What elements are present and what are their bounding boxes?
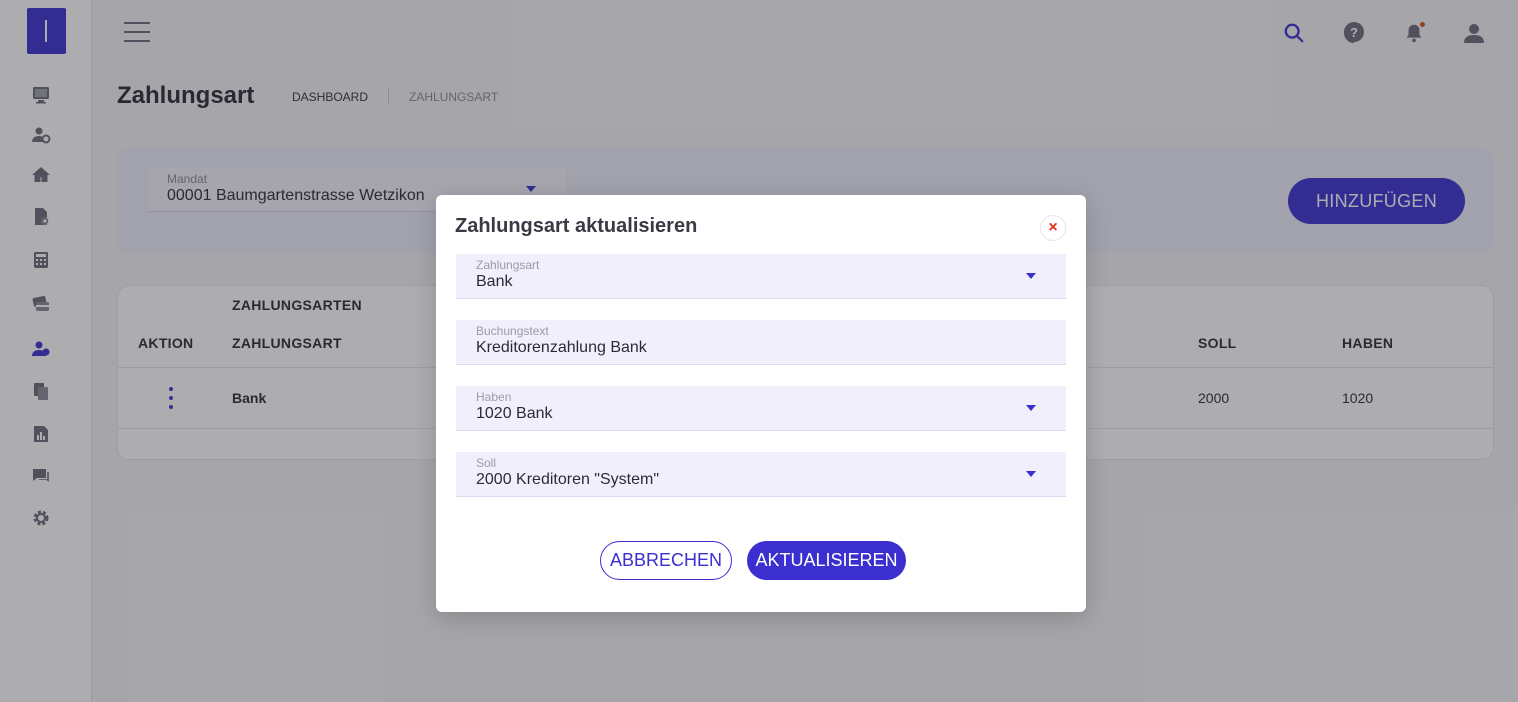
- chevron-down-icon: [1026, 273, 1036, 279]
- soll-select[interactable]: Soll 2000 Kreditoren "System": [456, 452, 1066, 497]
- field-value: Kreditorenzahlung Bank: [476, 339, 647, 356]
- field-label: Zahlungsart: [476, 258, 540, 272]
- field-value: Bank: [476, 273, 513, 290]
- field-label: Soll: [476, 456, 497, 470]
- update-button[interactable]: AKTUALISIEREN: [747, 541, 906, 580]
- haben-select[interactable]: Haben 1020 Bank: [456, 386, 1066, 431]
- chevron-down-icon: [1026, 471, 1036, 477]
- field-label: Haben: [476, 390, 512, 404]
- field-label: Buchungstext: [476, 324, 549, 338]
- dialog-title: Zahlungsart aktualisieren: [455, 215, 698, 237]
- field-value: 1020 Bank: [476, 405, 553, 422]
- field-value: 2000 Kreditoren "System": [476, 471, 660, 488]
- update-dialog: Zahlungsart aktualisieren × Zahlungsart …: [436, 195, 1086, 612]
- zahlungsart-select[interactable]: Zahlungsart Bank: [456, 254, 1066, 299]
- cancel-button[interactable]: ABBRECHEN: [600, 541, 732, 580]
- close-icon[interactable]: ×: [1040, 215, 1066, 241]
- buchungstext-input[interactable]: Buchungstext Kreditorenzahlung Bank: [456, 320, 1066, 365]
- chevron-down-icon: [1026, 405, 1036, 411]
